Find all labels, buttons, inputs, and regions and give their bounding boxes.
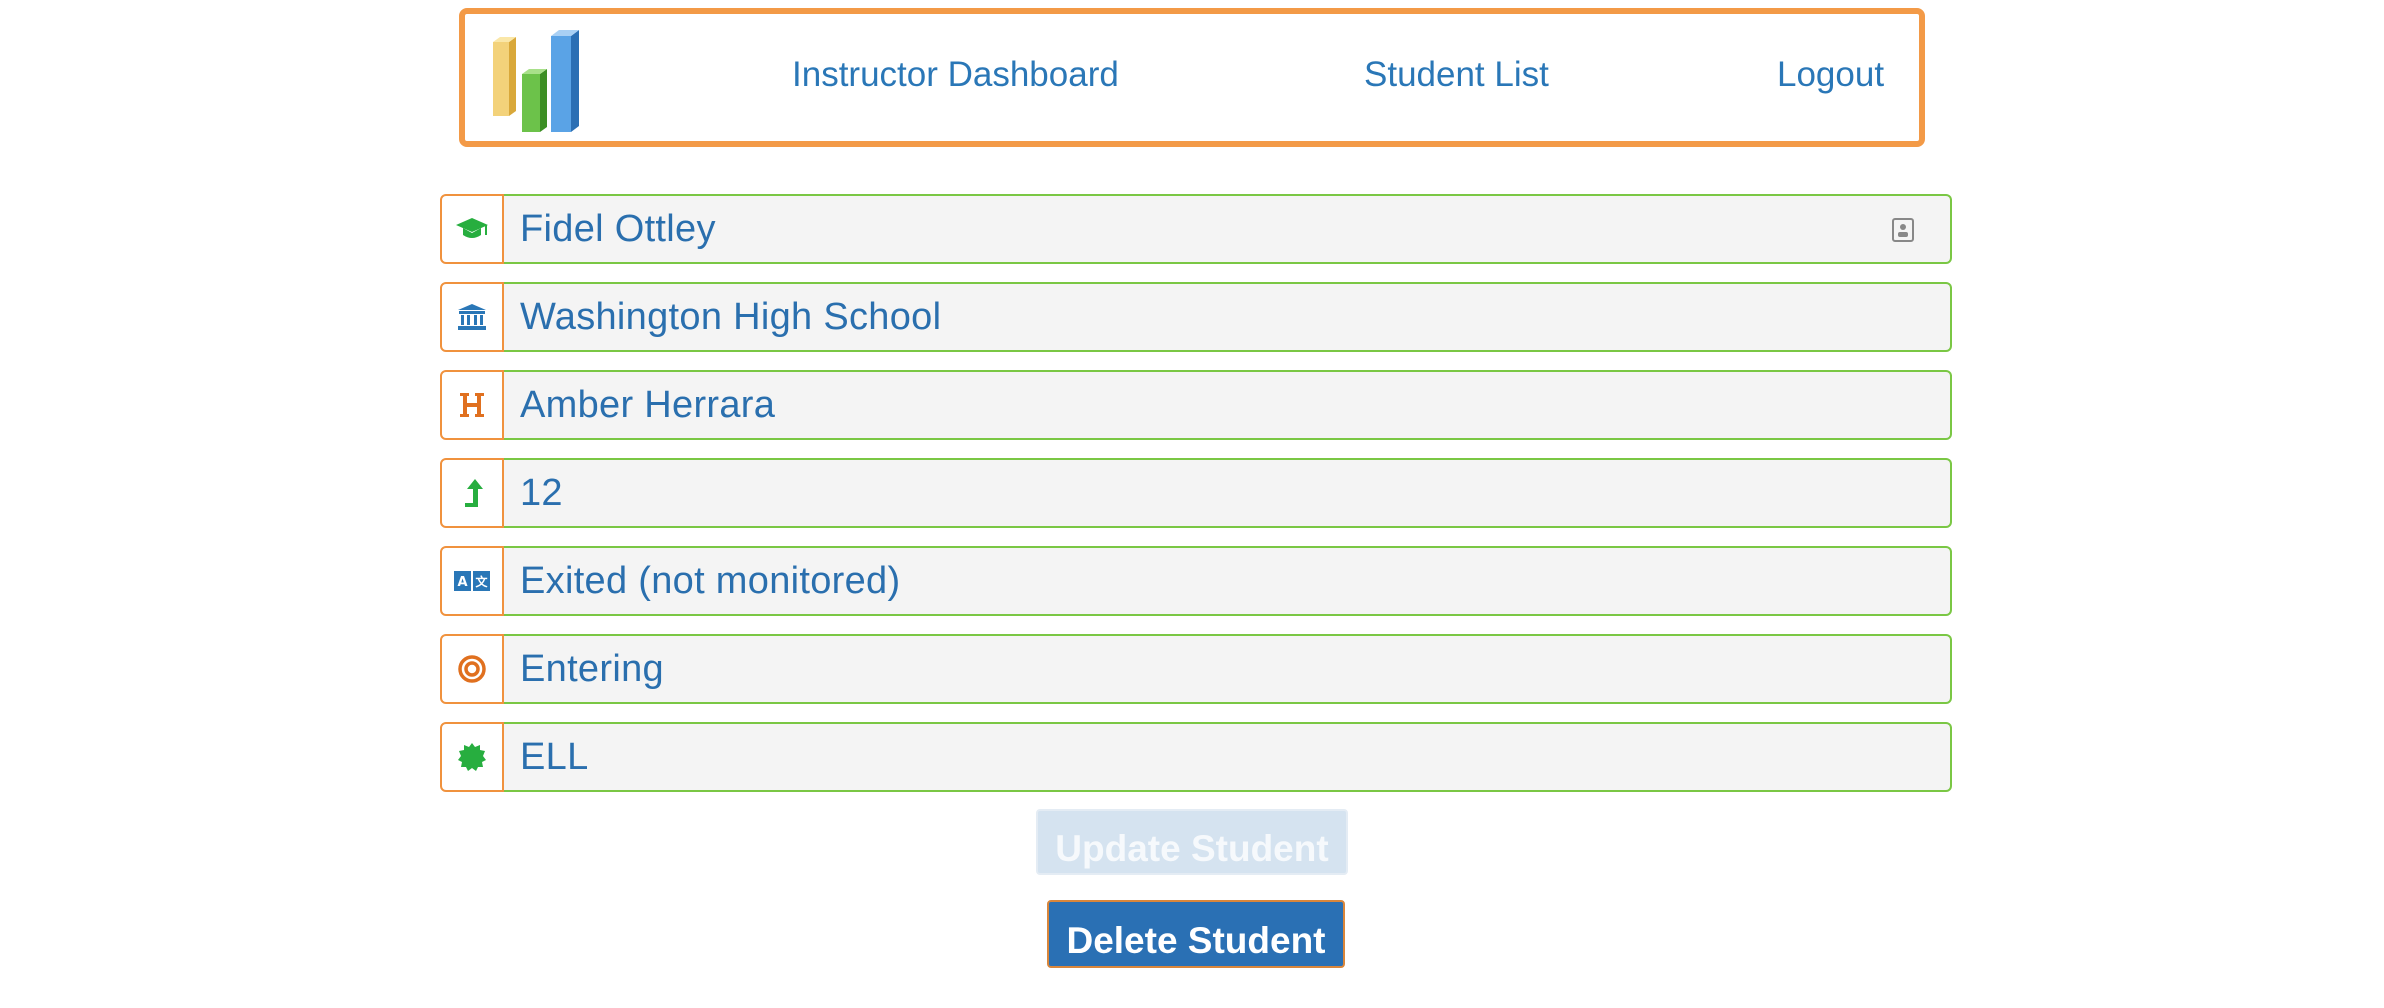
proficiency-field-wrapper xyxy=(504,634,1952,704)
teacher-field-wrapper xyxy=(504,370,1952,440)
nav-student-list[interactable]: Student List xyxy=(1364,57,1549,92)
school-input[interactable] xyxy=(520,295,1900,339)
program-row xyxy=(440,722,1952,792)
graduation-cap-icon xyxy=(440,194,504,264)
nav-logout[interactable]: Logout xyxy=(1777,57,1884,92)
language-icon: A 文 xyxy=(440,546,504,616)
header-h-icon xyxy=(440,370,504,440)
grade-row xyxy=(440,458,1952,528)
svg-text:文: 文 xyxy=(475,574,488,589)
delete-student-button[interactable]: Delete Student xyxy=(1047,900,1345,968)
program-field-wrapper xyxy=(504,722,1952,792)
update-student-button[interactable]: Update Student xyxy=(1036,809,1348,875)
contact-card-icon[interactable] xyxy=(1892,218,1914,242)
institution-icon xyxy=(440,282,504,352)
proficiency-row xyxy=(440,634,1952,704)
student-form: A 文 xyxy=(440,194,1952,810)
page: Instructor Dashboard Student List Logout xyxy=(0,0,2384,1008)
student-name-field-wrapper xyxy=(504,194,1952,264)
svg-text:A: A xyxy=(457,575,467,590)
certificate-icon xyxy=(440,722,504,792)
ell-status-input[interactable] xyxy=(520,559,1900,603)
ell-status-field-wrapper xyxy=(504,546,1952,616)
bullseye-icon xyxy=(440,634,504,704)
proficiency-input[interactable] xyxy=(520,647,1900,691)
ell-status-row: A 文 xyxy=(440,546,1952,616)
grade-field-wrapper xyxy=(504,458,1952,528)
level-up-icon xyxy=(440,458,504,528)
school-row xyxy=(440,282,1952,352)
program-input[interactable] xyxy=(520,735,1900,779)
school-field-wrapper xyxy=(504,282,1952,352)
top-navbar: Instructor Dashboard Student List Logout xyxy=(459,8,1925,147)
teacher-input[interactable] xyxy=(520,383,1900,427)
student-name-input[interactable] xyxy=(520,207,1900,251)
nav-instructor-dashboard[interactable]: Instructor Dashboard xyxy=(792,57,1119,92)
grade-input[interactable] xyxy=(520,471,1900,515)
bar-chart-logo-icon[interactable] xyxy=(489,28,597,136)
teacher-row xyxy=(440,370,1952,440)
student-name-row xyxy=(440,194,1952,264)
